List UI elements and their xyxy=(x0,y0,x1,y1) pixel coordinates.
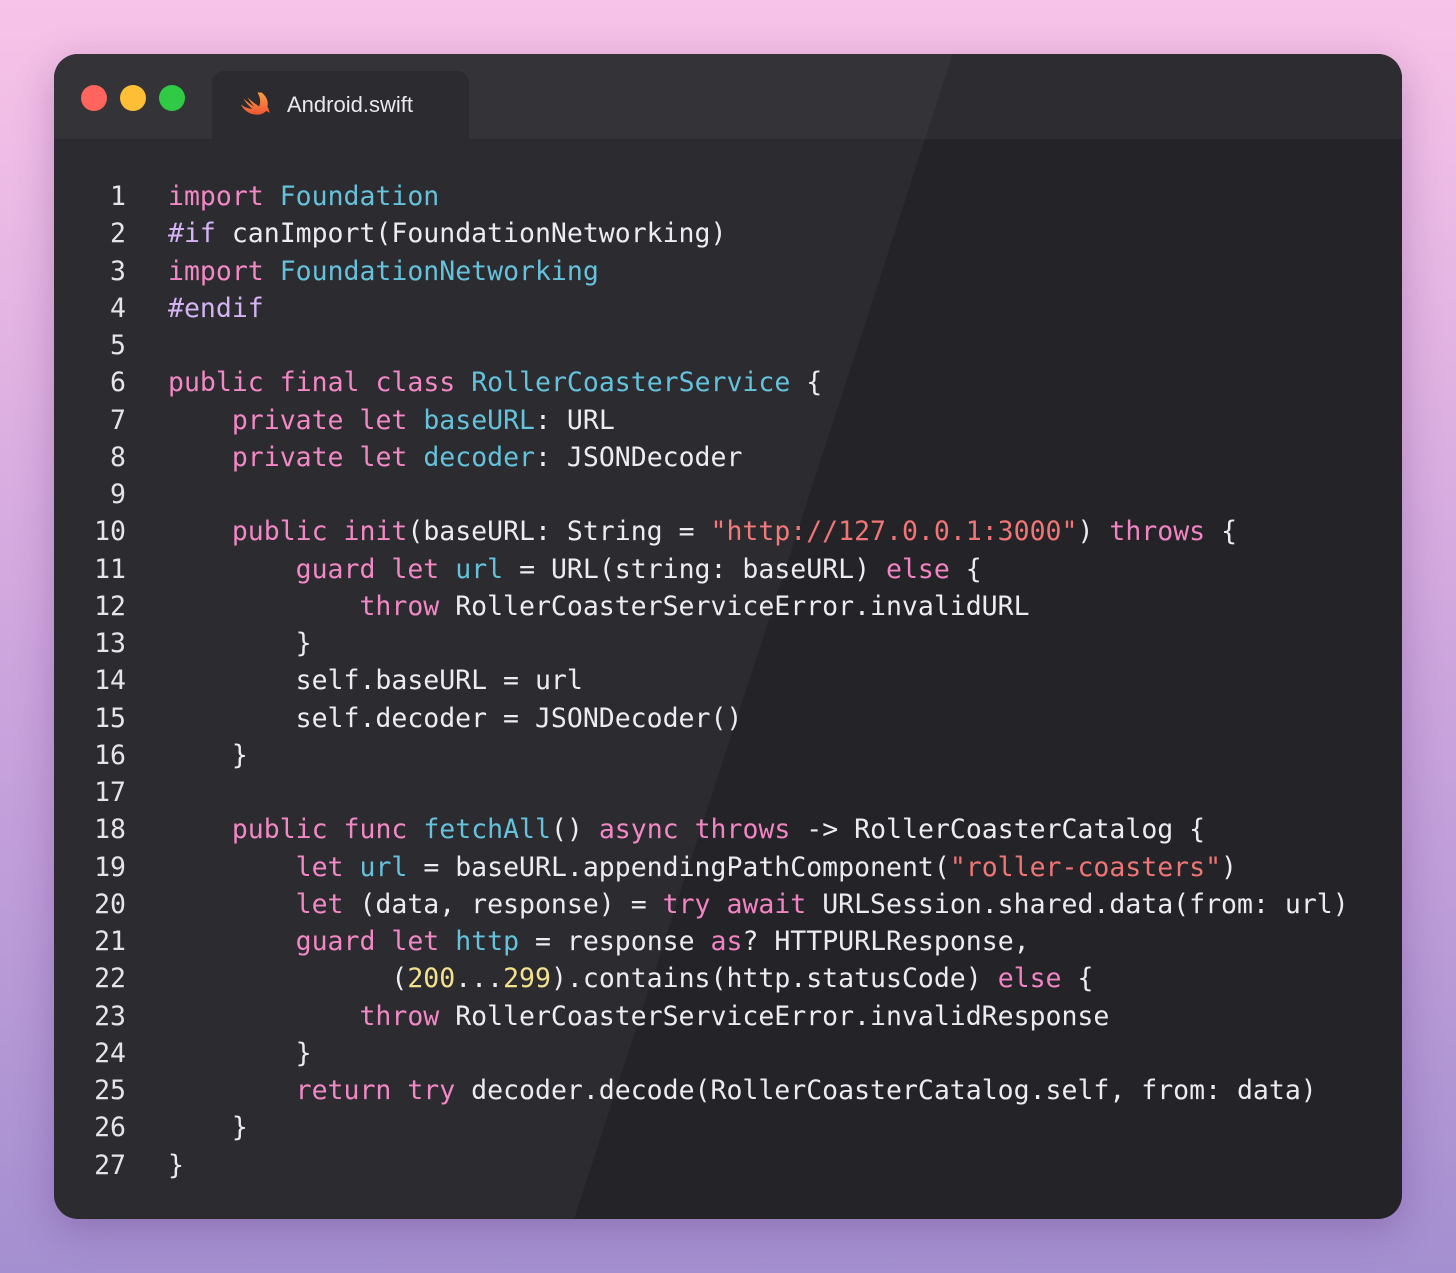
code-line: 12 throw RollerCoasterServiceError.inval… xyxy=(54,588,1402,625)
code-line: 25 return try decoder.decode(RollerCoast… xyxy=(54,1072,1402,1109)
code-line: 11 guard let url = URL(string: baseURL) … xyxy=(54,551,1402,588)
maximize-button[interactable] xyxy=(159,85,185,111)
file-tab[interactable]: Android.swift xyxy=(212,71,469,139)
line-code: } xyxy=(168,628,312,659)
code-line: 13 } xyxy=(54,625,1402,662)
line-number: 14 xyxy=(94,665,126,697)
line-number: 25 xyxy=(94,1075,126,1106)
code-line: 18 public func fetchAll() async throws -… xyxy=(54,811,1402,848)
line-number: 9 xyxy=(110,479,126,510)
line-code: #if canImport(FoundationNetworking) xyxy=(168,218,727,250)
title-bar: Android.swift xyxy=(54,54,1402,139)
line-number: 8 xyxy=(110,441,126,473)
line-number: 19 xyxy=(94,851,126,883)
line-code: guard let http = response as? HTTPURLRes… xyxy=(295,926,1030,957)
editor-window: Android.swift 1 import Foundation 2 #if can… xyxy=(54,54,1402,1219)
line-code: private let baseURL: URL xyxy=(231,404,615,436)
line-code: private let decoder: JSONDecoder xyxy=(231,441,743,473)
code-line: 16 } xyxy=(54,737,1402,774)
line-code: } xyxy=(168,1112,248,1144)
line-code: let url = baseURL.appendingPathComponent… xyxy=(295,851,1238,883)
close-button[interactable] xyxy=(81,85,107,111)
line-number: 24 xyxy=(94,1037,126,1069)
line-number: 18 xyxy=(94,814,126,846)
code-line: 24 } xyxy=(54,1035,1402,1072)
line-code: import FoundationNetworking xyxy=(168,255,599,287)
line-number: 16 xyxy=(94,739,126,771)
code-line: 14 self.baseURL = url xyxy=(54,662,1402,699)
line-number: 23 xyxy=(94,1000,126,1032)
line-code: let (data, response) = try await URLSess… xyxy=(295,888,1349,920)
swift-icon xyxy=(241,92,270,115)
code-area[interactable]: 1 import Foundation 2 #if canImport(Foundat… xyxy=(54,178,1402,1184)
line-code: #endif xyxy=(168,292,264,324)
line-code: throw RollerCoasterServiceError.invalidR… xyxy=(359,1000,1110,1032)
line-number: 4 xyxy=(110,292,126,324)
line-code: public func fetchAll() async throws -> R… xyxy=(231,814,1206,846)
line-code: throw RollerCoasterServiceError.invalidU… xyxy=(359,590,1030,622)
line-number: 10 xyxy=(94,516,126,548)
line-number: 17 xyxy=(94,777,126,808)
line-code: return try decoder.decode(RollerCoasterC… xyxy=(295,1075,1317,1106)
line-number: 1 xyxy=(110,181,126,212)
line-code: self.decoder = JSONDecoder() xyxy=(168,702,743,734)
code-line: 9 xyxy=(54,476,1402,513)
line-code: } xyxy=(168,739,248,771)
code-line: 5 xyxy=(54,327,1402,364)
line-number: 2 xyxy=(110,218,126,250)
line-number: 27 xyxy=(94,1149,126,1181)
code-line: 2 #if canImport(FoundationNetworking) xyxy=(54,215,1402,252)
line-code: } xyxy=(168,1149,184,1181)
code-line: 4 #endif xyxy=(54,290,1402,327)
code-line: 8 private let decoder: JSONDecoder xyxy=(54,439,1402,476)
line-number: 3 xyxy=(110,255,126,287)
minimize-button[interactable] xyxy=(120,85,146,111)
line-number: 15 xyxy=(94,702,126,734)
code-line: 3 import FoundationNetworking xyxy=(54,253,1402,290)
code-line: 20 let (data, response) = try await URLS… xyxy=(54,886,1402,923)
line-number: 6 xyxy=(110,367,126,399)
code-line: 21 guard let http = response as? HTTPURL… xyxy=(54,923,1402,960)
line-code: } xyxy=(168,1037,312,1069)
code-line: 6 public final class RollerCoasterService… xyxy=(54,364,1402,401)
code-line: 26 } xyxy=(54,1109,1402,1146)
code-line: 19 let url = baseURL.appendingPathCompon… xyxy=(54,849,1402,886)
code-line: 22 (200...299).contains(http.statusCode)… xyxy=(54,960,1402,997)
line-number: 11 xyxy=(94,553,126,585)
code-line: 15 self.decoder = JSONDecoder() xyxy=(54,700,1402,737)
code-line: 10 public init(baseURL: String = "http:/… xyxy=(54,513,1402,550)
line-code: import Foundation xyxy=(168,181,440,212)
line-number: 12 xyxy=(94,590,126,622)
line-code: (200...299).contains(http.statusCode) el… xyxy=(168,963,1094,995)
line-number: 26 xyxy=(94,1112,126,1144)
code-line: 23 throw RollerCoasterServiceError.inval… xyxy=(54,998,1402,1035)
line-code: guard let url = URL(string: baseURL) els… xyxy=(295,553,982,585)
code-line: 27} xyxy=(54,1147,1402,1184)
line-code: self.baseURL = url xyxy=(168,665,583,697)
line-number: 20 xyxy=(94,888,126,920)
line-number: 21 xyxy=(94,926,126,957)
code-line: 17 xyxy=(54,774,1402,811)
line-number: 22 xyxy=(94,963,126,995)
line-code: public final class RollerCoasterService … xyxy=(168,367,823,399)
line-number: 7 xyxy=(110,404,126,436)
tab-title: Android.swift xyxy=(287,92,413,117)
code-line: 7 private let baseURL: URL xyxy=(54,402,1402,439)
line-number: 13 xyxy=(94,628,126,659)
line-code: public init(baseURL: String = "http://12… xyxy=(231,516,1238,548)
code-line: 1 import Foundation xyxy=(54,178,1402,215)
line-number: 5 xyxy=(110,330,126,361)
